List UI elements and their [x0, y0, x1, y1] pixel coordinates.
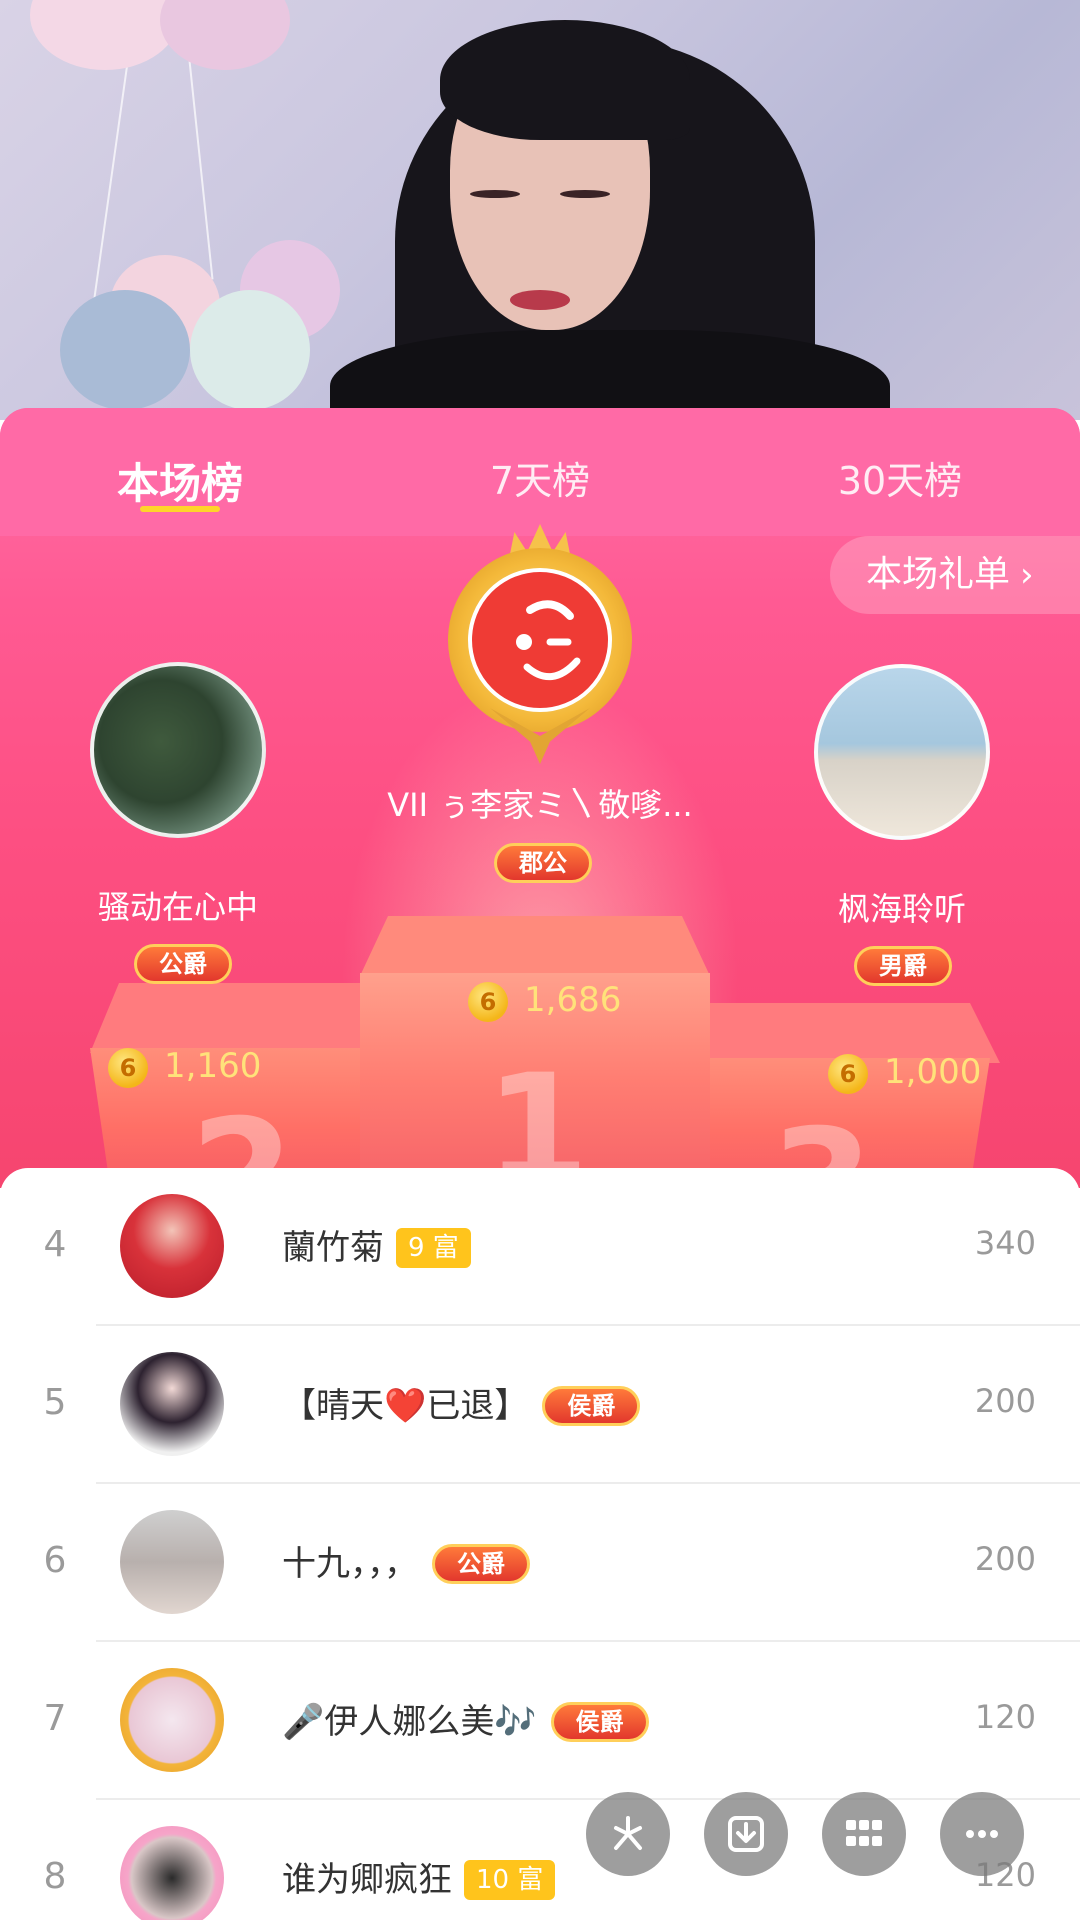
active-tab-indicator — [140, 506, 220, 512]
user-name: 谁为卿疯狂 — [282, 1860, 452, 1900]
lips — [510, 290, 570, 310]
rank-badge: 侯爵 — [550, 1702, 649, 1742]
more-button[interactable] — [940, 1792, 1024, 1876]
gift-list-button[interactable]: 本场礼单 › — [830, 536, 1080, 614]
first-place-score: 1,686 — [524, 980, 622, 1020]
grid-icon — [846, 1820, 882, 1846]
third-place-score: 1,000 — [884, 1052, 982, 1092]
gift-list-label: 本场礼单 — [866, 554, 1011, 595]
third-place-avatar[interactable] — [814, 664, 990, 840]
eye — [560, 190, 610, 198]
list-item[interactable]: 7 🎤伊人娜么美🎶 侯爵 120 — [0, 1642, 1080, 1800]
avatar[interactable] — [120, 1352, 224, 1456]
second-place-avatar[interactable] — [90, 662, 266, 838]
user-name: 🎤伊人娜么美🎶 — [282, 1702, 537, 1742]
ranking-tabs: 本场榜 7天榜 30天榜 — [0, 408, 1080, 536]
streamer-body — [330, 330, 890, 420]
tab-30-days[interactable]: 30天榜 — [780, 450, 1020, 505]
tab-7-days[interactable]: 7天榜 — [420, 450, 660, 505]
avatar[interactable] — [120, 1194, 224, 1298]
streamer-bangs — [440, 20, 690, 140]
user-name-line: 🎤伊人娜么美🎶 侯爵 — [282, 1694, 649, 1743]
share-button[interactable] — [586, 1792, 670, 1876]
download-icon — [728, 1816, 764, 1852]
user-name-line: 谁为卿疯狂 10 富 — [282, 1852, 556, 1901]
top-avatar[interactable] — [448, 548, 632, 732]
balloon — [190, 290, 310, 410]
first-place-name: VII ぅ李家ミ〵敬嗲... — [387, 786, 693, 824]
ranking-panel: 本场榜 7天榜 30天榜 本场礼单 › 2 3 1 VII ぅ李家ミ〵敬嗲... … — [0, 408, 1080, 1188]
first-place-badge: 郡公 — [494, 843, 592, 883]
user-name: 十九，，， — [282, 1544, 418, 1584]
user-name-line: 十九，，， 公爵 — [282, 1536, 530, 1585]
list-item[interactable]: 4 蘭竹菊 9 富 340 — [0, 1168, 1080, 1326]
balloon — [30, 0, 180, 70]
avatar[interactable] — [120, 1668, 224, 1772]
more-icon — [966, 1830, 998, 1838]
third-place-name: 枫海聆听 — [837, 890, 966, 928]
user-name-line: 蘭竹菊 9 富 — [282, 1220, 471, 1269]
wealth-badge: 9 富 — [396, 1228, 471, 1268]
rank-number: 7 — [43, 1698, 67, 1739]
avatar[interactable] — [120, 1510, 224, 1614]
wealth-badge: 10 富 — [464, 1860, 556, 1900]
balloon-string — [93, 61, 129, 299]
coin-icon: 6 — [468, 982, 508, 1022]
podium-top-first — [360, 916, 710, 976]
third-place-badge: 男爵 — [854, 946, 952, 986]
user-name: 蘭竹菊 — [282, 1228, 384, 1268]
tab-current-session[interactable]: 本场榜 — [60, 450, 300, 511]
balloon — [60, 290, 190, 410]
wink-face-icon — [516, 600, 581, 681]
list-item[interactable]: 5 【晴天❤️已退】 侯爵 200 — [0, 1326, 1080, 1484]
download-button[interactable] — [704, 1792, 788, 1876]
share-icon — [614, 1816, 642, 1850]
grid-button[interactable] — [822, 1792, 906, 1876]
podium-number-first: 1 — [485, 1043, 590, 1188]
ranking-list: 4 蘭竹菊 9 富 340 5 【晴天❤️已退】 侯爵 200 6 十九，，， 公爵 … — [0, 1168, 1080, 1920]
podium-top-second — [90, 983, 380, 1053]
live-video[interactable] — [0, 0, 1080, 420]
list-item[interactable]: 8 谁为卿疯狂 10 富 120 — [0, 1800, 1080, 1920]
second-place-score: 1,160 — [164, 1046, 262, 1086]
user-name-line: 【晴天❤️已退】 侯爵 — [282, 1378, 641, 1427]
coin-icon: 6 — [828, 1054, 868, 1094]
row-score: 200 — [974, 1540, 1036, 1578]
rank-number: 4 — [43, 1224, 67, 1265]
rank-badge: 公爵 — [432, 1544, 530, 1584]
list-item[interactable]: 6 十九，，， 公爵 200 — [0, 1484, 1080, 1642]
chevron-right-icon: › — [1020, 555, 1034, 595]
second-place-name: 骚动在心中 — [97, 888, 258, 926]
rank-number: 6 — [43, 1540, 67, 1581]
avatar[interactable] — [120, 1826, 224, 1920]
row-score: 120 — [974, 1698, 1036, 1736]
rank-badge: 侯爵 — [542, 1386, 641, 1426]
rank-number: 5 — [43, 1382, 67, 1423]
balloon — [160, 0, 290, 70]
second-place-badge: 公爵 — [134, 944, 232, 984]
user-name: 【晴天❤️已退】 — [282, 1386, 529, 1426]
balloon-string — [188, 60, 214, 280]
coin-icon: 6 — [108, 1048, 148, 1088]
row-score: 340 — [974, 1224, 1036, 1262]
rank-number: 8 — [43, 1856, 67, 1897]
row-score: 200 — [974, 1382, 1036, 1420]
avatar-face — [468, 568, 612, 712]
eye — [470, 190, 520, 198]
